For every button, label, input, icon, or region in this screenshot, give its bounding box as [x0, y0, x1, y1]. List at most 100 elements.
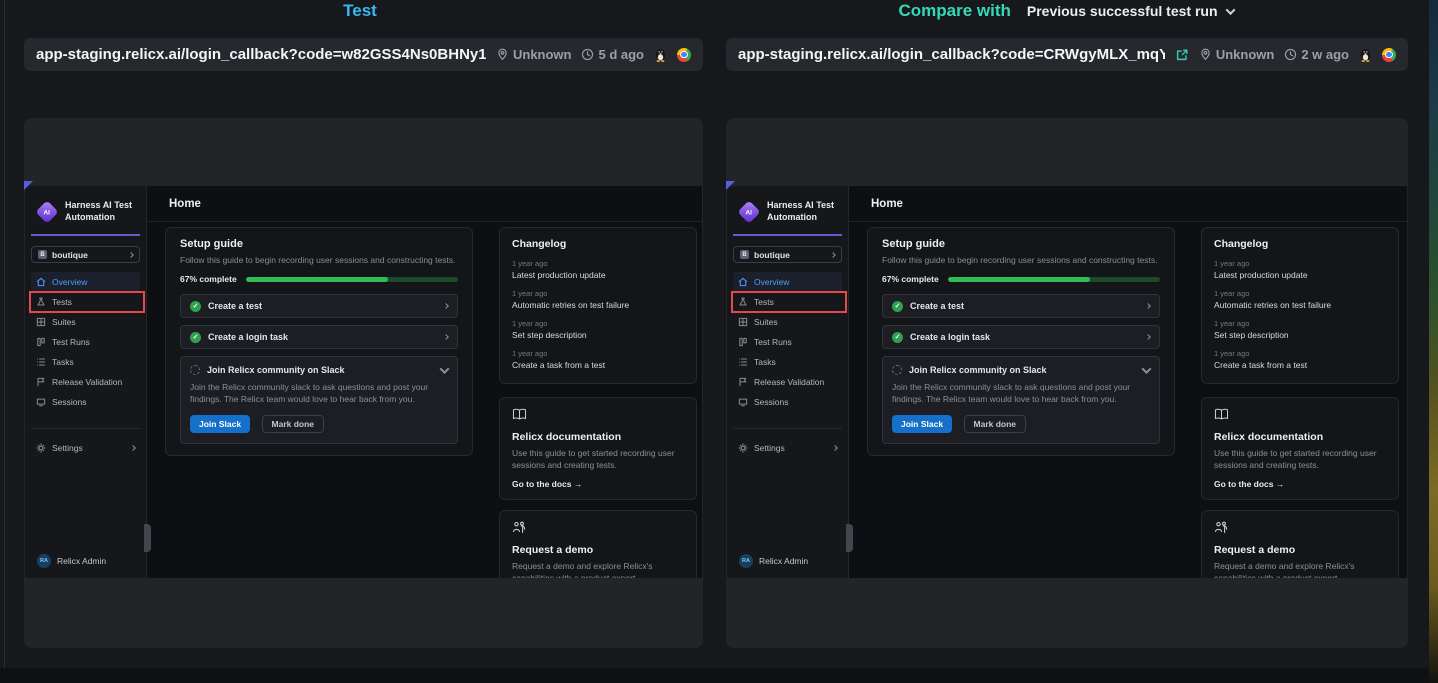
sidebar-item-tasks: Tasks [31, 352, 140, 372]
pending-circle-icon [892, 365, 902, 375]
selection-marker-icon [24, 181, 33, 190]
app-page-title: Home [169, 198, 201, 210]
screenshot-viewport[interactable]: AI Harness AI Test Automation B boutique… [726, 118, 1408, 648]
sidebar-item-suites: Suites [31, 312, 140, 332]
home-icon [738, 277, 748, 287]
url-meta: Unknown 2 w ago [1165, 47, 1396, 62]
harness-logo-icon: AI [737, 200, 760, 223]
url-bar[interactable]: app-staging.relicx.ai/login_callback?cod… [726, 38, 1408, 71]
slack-description: Join the Relicx community slack to ask q… [190, 381, 448, 406]
list-icon [36, 357, 46, 367]
changelog-entry: 1 year ago Automatic retries on test fai… [1214, 289, 1386, 310]
demo-card: Request a demo Request a demo and explor… [499, 510, 697, 578]
chevron-down-icon [1142, 364, 1152, 374]
sidebar-collapse-handle [846, 524, 853, 552]
sidebar-item-tests: Tests [31, 292, 140, 312]
user-menu: RA Relicx Admin [739, 554, 808, 568]
app-sidebar: AI Harness AI Test Automation B boutique… [727, 186, 849, 578]
setup-guide-subtitle: Follow this guide to begin recording use… [882, 255, 1160, 265]
progress-label: 67% complete [882, 274, 939, 284]
app-main: Home Setup guide Follow this guide to be… [849, 186, 1407, 578]
sidebar-item-test-runs: Test Runs [733, 332, 842, 352]
pending-circle-icon [190, 365, 200, 375]
location-pin-icon [496, 48, 509, 61]
list-icon [738, 357, 748, 367]
changelog-entry: 1 year ago Latest production update [1214, 259, 1386, 280]
age-meta: 5 d ago [581, 47, 644, 62]
annotation-box [29, 291, 145, 313]
app-screenshot: AI Harness AI Test Automation B boutique… [25, 186, 702, 578]
slack-step-header: Join Relicx community on Slack [190, 365, 448, 375]
setup-guide-title: Setup guide [882, 238, 1160, 250]
changelog-entry: 1 year ago Automatic retries on test fai… [512, 289, 684, 310]
progress-label: 67% complete [180, 274, 237, 284]
book-icon [512, 408, 527, 421]
test-panel-header: Test [8, 0, 712, 22]
sidebar-item-test-runs: Test Runs [31, 332, 140, 352]
url-bar[interactable]: app-staging.relicx.ai/login_callback?cod… [24, 38, 703, 71]
slack-step-header: Join Relicx community on Slack [892, 365, 1150, 375]
bottom-edge [0, 668, 1438, 683]
brand: AI Harness AI Test Automation [727, 196, 848, 223]
sidebar-divider [733, 428, 842, 429]
chevron-down-icon [1225, 5, 1235, 15]
avatar: RA [37, 554, 51, 568]
sidebar-item-tasks: Tasks [733, 352, 842, 372]
test-panel: Test app-staging.relicx.ai/login_callbac… [8, 0, 712, 683]
project-name: boutique [754, 250, 790, 260]
grid-icon [738, 317, 748, 327]
brand-name: Harness AI Test Automation [767, 200, 834, 223]
sidebar-item-overview: Overview [31, 272, 140, 292]
people-icon [512, 521, 526, 534]
brand: AI Harness AI Test Automation [25, 196, 146, 223]
project-badge: B [38, 250, 47, 259]
step-create-test: ✓ Create a test [180, 294, 458, 318]
check-icon: ✓ [892, 332, 903, 343]
external-link-icon[interactable] [1175, 48, 1189, 62]
selection-marker-icon [726, 181, 735, 190]
app-page-title: Home [871, 198, 903, 210]
clock-icon [1284, 48, 1297, 61]
check-icon: ✓ [190, 301, 201, 312]
age-meta: 2 w ago [1284, 47, 1349, 62]
setup-guide-card: Setup guide Follow this guide to begin r… [165, 227, 473, 456]
app-main: Home Setup guide Follow this guide to be… [147, 186, 702, 578]
project-selector: B boutique [733, 246, 842, 263]
join-slack-button: Join Slack [892, 415, 952, 433]
join-slack-button: Join Slack [190, 415, 250, 433]
demo-card: Request a demo Request a demo and explor… [1201, 510, 1399, 578]
chevron-right-icon [1145, 334, 1151, 340]
linux-icon [1359, 47, 1372, 62]
chrome-icon [1382, 48, 1396, 62]
brand-divider [733, 234, 842, 236]
slack-step: Join Relicx community on Slack Join the … [180, 356, 458, 444]
test-title: Test [343, 1, 377, 21]
sidebar-item-tests: Tests [733, 292, 842, 312]
sidebar-item-settings: Settings [31, 438, 140, 458]
book-icon [1214, 408, 1229, 421]
flag-icon [738, 377, 748, 387]
setup-progress: 67% complete [180, 274, 458, 284]
user-name: Relicx Admin [57, 556, 106, 566]
compare-panel: Compare with Previous successful test ru… [722, 0, 1410, 683]
screenshot-viewport[interactable]: AI Harness AI Test Automation B boutique… [24, 118, 703, 648]
changelog-entry: 1 year ago Set step description [512, 319, 684, 340]
compare-run-select[interactable]: Previous successful test run [1027, 3, 1234, 19]
linux-icon [654, 47, 667, 62]
app-content: Setup guide Follow this guide to begin r… [849, 222, 1407, 578]
next-panel-preview [1429, 0, 1438, 683]
sidebar-item-sessions: Sessions [31, 392, 140, 412]
chevron-right-icon [128, 252, 134, 258]
check-icon: ✓ [892, 301, 903, 312]
sidebar-item-sessions: Sessions [733, 392, 842, 412]
step-create-login-task: ✓ Create a login task [882, 325, 1160, 349]
app-screenshot: AI Harness AI Test Automation B boutique… [727, 186, 1407, 578]
chevron-right-icon [830, 252, 836, 258]
documentation-card: Relicx documentation Use this guide to g… [1201, 397, 1399, 500]
mark-done-button: Mark done [964, 415, 1027, 433]
changelog-card: Changelog 1 year ago Latest production u… [499, 227, 697, 384]
screen-icon [738, 397, 748, 407]
docs-link: Go to the docs → [512, 479, 684, 489]
location-meta: Unknown [1199, 47, 1275, 62]
harness-logo-icon: AI [35, 200, 58, 223]
